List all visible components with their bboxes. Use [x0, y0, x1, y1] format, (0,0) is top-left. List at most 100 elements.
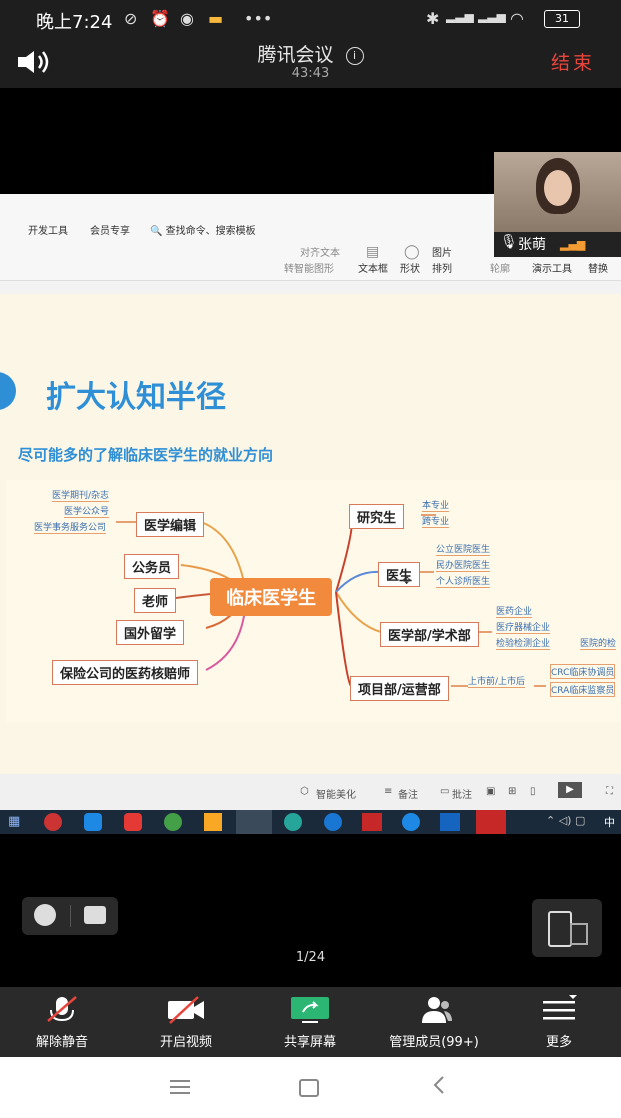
normal-view-icon: ▣	[486, 786, 496, 797]
meeting-title[interactable]: 腾讯会议 i	[0, 40, 621, 67]
leaf-public-hospital: 公立医院医生	[436, 542, 491, 556]
mind-map: 医学期刊/杂志 医学公众号 医学事务服务公司 医学编辑 公务员 老师 国外留学 …	[6, 480, 621, 722]
app-icon-3	[124, 813, 142, 831]
reading-view-icon: ▯	[530, 786, 536, 797]
leaf-testing: 检验检测企业	[496, 636, 551, 650]
node-insurance: 保险公司的医药核赔师	[52, 660, 199, 685]
leaf-device: 医疗器械企业	[496, 620, 551, 634]
leaf-pharma: 医药企业	[496, 604, 533, 618]
ribbon-tab-dev: 开发工具	[28, 226, 68, 237]
tray-icons: ⌃ ◁) ▢	[546, 814, 586, 827]
chat-icon[interactable]	[84, 906, 106, 924]
windows-taskbar: ▦ ⌃ ◁) ▢ 中	[0, 810, 621, 834]
end-meeting-button[interactable]: 结束	[551, 48, 595, 75]
switch-view-button[interactable]	[532, 899, 602, 957]
unmute-label: 解除静音	[35, 1035, 88, 1050]
ribbon-item-smartart: 转智能图形	[284, 264, 334, 275]
edge-icon	[324, 813, 342, 831]
node-center: 临床医学生	[210, 578, 332, 616]
leaf-private-hospital: 民办医院医生	[436, 558, 491, 572]
wifi-icon: ◠	[510, 9, 524, 28]
node-graduate: 研究生	[349, 504, 405, 529]
leaf-wechat: 医学公众号	[64, 504, 110, 518]
sorter-view-icon: ⊞	[508, 786, 517, 797]
recent-apps-button[interactable]	[170, 1079, 190, 1099]
participant-video	[494, 152, 621, 232]
more-label: 更多	[545, 1035, 572, 1050]
leaf-hospital-test: 医院的检	[580, 636, 617, 650]
info-icon[interactable]: i	[345, 47, 364, 65]
status-bar: 晚上7:24 ⊘ ⏰ ◉ ▬ ••• ✱ ▂▃▅ ▂▃▅ ◠ 31	[0, 0, 621, 38]
manage-members-button[interactable]: 管理成员(99+)	[372, 987, 496, 1057]
camera-off-icon	[168, 996, 204, 1024]
textbox-icon: ▤	[366, 244, 380, 260]
comment-icon: ▭	[440, 786, 450, 797]
slide-bullet-icon	[0, 372, 16, 410]
app-icon-8	[362, 813, 382, 831]
more-menu-icon	[543, 995, 577, 1020]
page-indicator: 1/24	[295, 950, 326, 965]
battery-icon: 31	[544, 10, 580, 28]
shape-icon: ◯	[404, 244, 420, 260]
more-button[interactable]: 更多	[497, 987, 621, 1057]
status-time: 晚上7:24	[36, 12, 113, 33]
app-title: 腾讯会议	[257, 44, 334, 66]
node-doctor: 医生	[378, 562, 421, 587]
ribbon-item-align: 对齐文本	[300, 248, 340, 259]
meeting-toolbar: 解除静音 开启视频 共享屏幕 管理成员(99+) 更多	[0, 987, 621, 1057]
home-button[interactable]	[299, 1079, 319, 1097]
bluetooth-icon: ✱	[426, 9, 440, 28]
phone-icon	[548, 911, 572, 947]
alarm-icon: ⏰	[150, 9, 170, 28]
app-notification-icon: ▬	[208, 9, 224, 28]
signal-icon-2: ▂▃▅	[478, 9, 506, 23]
ribbon-search-text: 查找命令、搜索模板	[165, 226, 256, 237]
members-icon	[422, 997, 452, 1023]
wps-icon	[476, 810, 506, 834]
node-project: 项目部/运营部	[350, 676, 449, 701]
footer-beautify: 智能美化	[316, 790, 356, 801]
participant-video-tile[interactable]: 🎙 张萌 ▂▄▆	[494, 152, 621, 257]
footer-comments: 批注	[452, 790, 472, 801]
emoji-icon[interactable]	[34, 904, 56, 926]
notes-icon: ≡	[384, 786, 393, 797]
slide-subtitle: 尽可能多的了解临床医学生的就业方向	[18, 446, 274, 464]
ribbon-tab-vip: 会员专享	[90, 226, 130, 237]
leaf-same-major: 本专业	[422, 498, 450, 512]
leaf-pre-post-market: 上市前/上市后	[468, 674, 526, 688]
ribbon-item-textbox: 文本框	[358, 264, 388, 275]
meeting-header: 腾讯会议 i 43:43 结束	[0, 38, 621, 88]
ppt-status-bar: ⬡ 智能美化 ≡ 备注 ▭ 批注 ▣ ⊞ ▯ ▶ ⛶	[0, 774, 621, 810]
mic-icon: 🎙	[500, 234, 518, 250]
folder-icon	[204, 813, 222, 831]
participant-name: 张萌	[518, 237, 546, 253]
app-icon-6	[284, 813, 302, 831]
node-medical-affairs: 医学部/学术部	[380, 622, 479, 647]
wechat-icon	[236, 810, 272, 834]
leaf-crc: CRC临床协调员	[550, 664, 616, 679]
leaf-affairs: 医学事务服务公司	[34, 520, 107, 534]
back-button[interactable]	[432, 1075, 446, 1099]
reaction-bar	[22, 897, 118, 935]
meeting-duration: 43:43	[291, 66, 330, 81]
ime-indicator: 中	[604, 816, 615, 829]
manage-members-label: 管理成员(99+)	[389, 1035, 479, 1050]
leaf-cra: CRA临床监察员	[550, 682, 616, 697]
zhihu-icon	[84, 813, 102, 831]
node-teacher: 老师	[134, 588, 177, 613]
shared-screen[interactable]: 开发工具 会员专享 🔍 查找命令、搜索模板 对齐文本 转智能图形 ▤ 文本框 ◯…	[0, 194, 621, 834]
ie-icon	[402, 813, 420, 831]
share-screen-button[interactable]: 共享屏幕	[248, 987, 372, 1057]
battery-level: 31	[555, 12, 569, 25]
start-video-button[interactable]: 开启视频	[124, 987, 248, 1057]
smart-beautify-icon: ⬡	[300, 786, 309, 797]
slide: 扩大认知半径 尽可能多的了解临床医学生的就业方向 医学期刊/杂志 医学公众号 医…	[0, 294, 621, 774]
play-icon: ▶	[558, 782, 582, 798]
start-icon: ▦	[8, 814, 21, 829]
ribbon-item-shape: 形状	[400, 264, 420, 275]
volume-level-icon: ▂▄▆	[560, 238, 586, 251]
signal-icon: ▂▃▅	[446, 9, 474, 23]
notification-icon: ⊘	[124, 9, 138, 28]
unmute-button[interactable]: 解除静音	[0, 987, 124, 1057]
footer-notes: 备注	[398, 790, 418, 801]
